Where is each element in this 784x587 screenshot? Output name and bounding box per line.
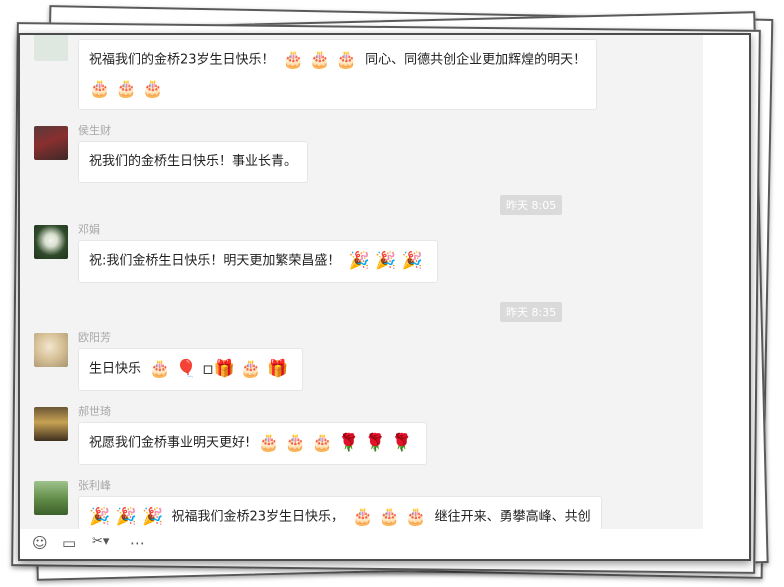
chat-history[interactable]: 祝福我们的金桥23岁生日快乐！ 🎂 🎂 🎂 同心、同德共创企业更加辉煌的明天！ …	[20, 35, 703, 529]
birthday-emoji-group: 🎂 🎈 ▫🎁 🎂 🎁	[149, 359, 289, 379]
avatar[interactable]	[34, 225, 68, 259]
message-text: 生日快乐	[89, 361, 142, 377]
chat-window-photo: 祝福我们的金桥23岁生日快乐！ 🎂 🎂 🎂 同心、同德共创企业更加辉煌的明天！ …	[18, 33, 751, 561]
message-bubble[interactable]: 🎉 🎉 🎉 祝福我们金桥23岁生日快乐， 🎂 🎂 🎂 继往开来、勇攀高峰、共创	[78, 496, 602, 529]
avatar[interactable]	[34, 333, 68, 367]
sender-name: 侯生财	[78, 124, 111, 137]
message-bubble[interactable]: 祝愿我们金桥事业明天更好! 🎂 🎂 🎂 🌹 🌹 🌹	[78, 422, 428, 465]
message-text: 祝愿我们金桥事业明天更好!	[89, 435, 251, 451]
input-toolbar: ☺ ▭ ✂▾ ⋯	[20, 529, 749, 559]
message-bubble[interactable]: 祝福我们的金桥23岁生日快乐！ 🎂 🎂 🎂 同心、同德共创企业更加辉煌的明天！ …	[78, 39, 598, 110]
sender-name: 邓娟	[78, 223, 100, 236]
avatar[interactable]	[34, 126, 68, 160]
cake-rose-emoji-group: 🎂 🎂 🎂 🌹 🌹 🌹	[258, 433, 413, 453]
folder-icon[interactable]: ▭	[62, 534, 76, 552]
cake-emoji-group: 🎂 🎂 🎂	[89, 78, 164, 99]
message-bubble[interactable]: 祝我们的金桥生日快乐！事业长青。	[78, 141, 309, 183]
message-text: 祝我们的金桥生日快乐！事业长青。	[89, 154, 298, 169]
sender-name: 郝世琦	[78, 405, 111, 418]
cake-emoji-group: 🎂 🎂 🎂	[352, 507, 427, 527]
timestamp: 昨天 8:05	[500, 195, 563, 215]
message-text-2: 同心、同德共创企业更加辉煌的明天！	[365, 52, 587, 68]
message-text: 祝福我们金桥23岁生日快乐，	[171, 509, 344, 525]
message-bubble[interactable]: 生日快乐 🎂 🎈 ▫🎁 🎂 🎁	[78, 348, 304, 391]
message-bubble[interactable]: 祝:我们金桥生日快乐！明天更加繁荣昌盛！ 🎉 🎉 🎉	[78, 240, 438, 283]
sender-name: 欧阳芳	[78, 331, 111, 344]
avatar	[34, 35, 68, 61]
avatar[interactable]	[34, 407, 68, 441]
timestamp: 昨天 8:35	[500, 302, 563, 322]
sender-name: 张利峰	[78, 479, 111, 492]
avatar[interactable]	[34, 481, 68, 515]
cake-emoji-group: 🎂 🎂 🎂	[282, 50, 357, 70]
party-popper-emoji-group: 🎉 🎉 🎉	[89, 507, 164, 527]
scissors-icon[interactable]: ✂▾	[92, 534, 109, 549]
chat-history-icon[interactable]: ⋯	[130, 534, 145, 552]
message-text-2: 继往开来、勇攀高峰、共创	[434, 509, 591, 525]
message-text: 祝:我们金桥生日快乐！明天更加繁荣昌盛！	[89, 253, 341, 269]
message-text: 祝福我们的金桥23岁生日快乐！	[89, 52, 275, 68]
party-popper-emoji-group: 🎉 🎉 🎉	[348, 251, 423, 271]
emoji-icon[interactable]: ☺	[32, 534, 48, 552]
